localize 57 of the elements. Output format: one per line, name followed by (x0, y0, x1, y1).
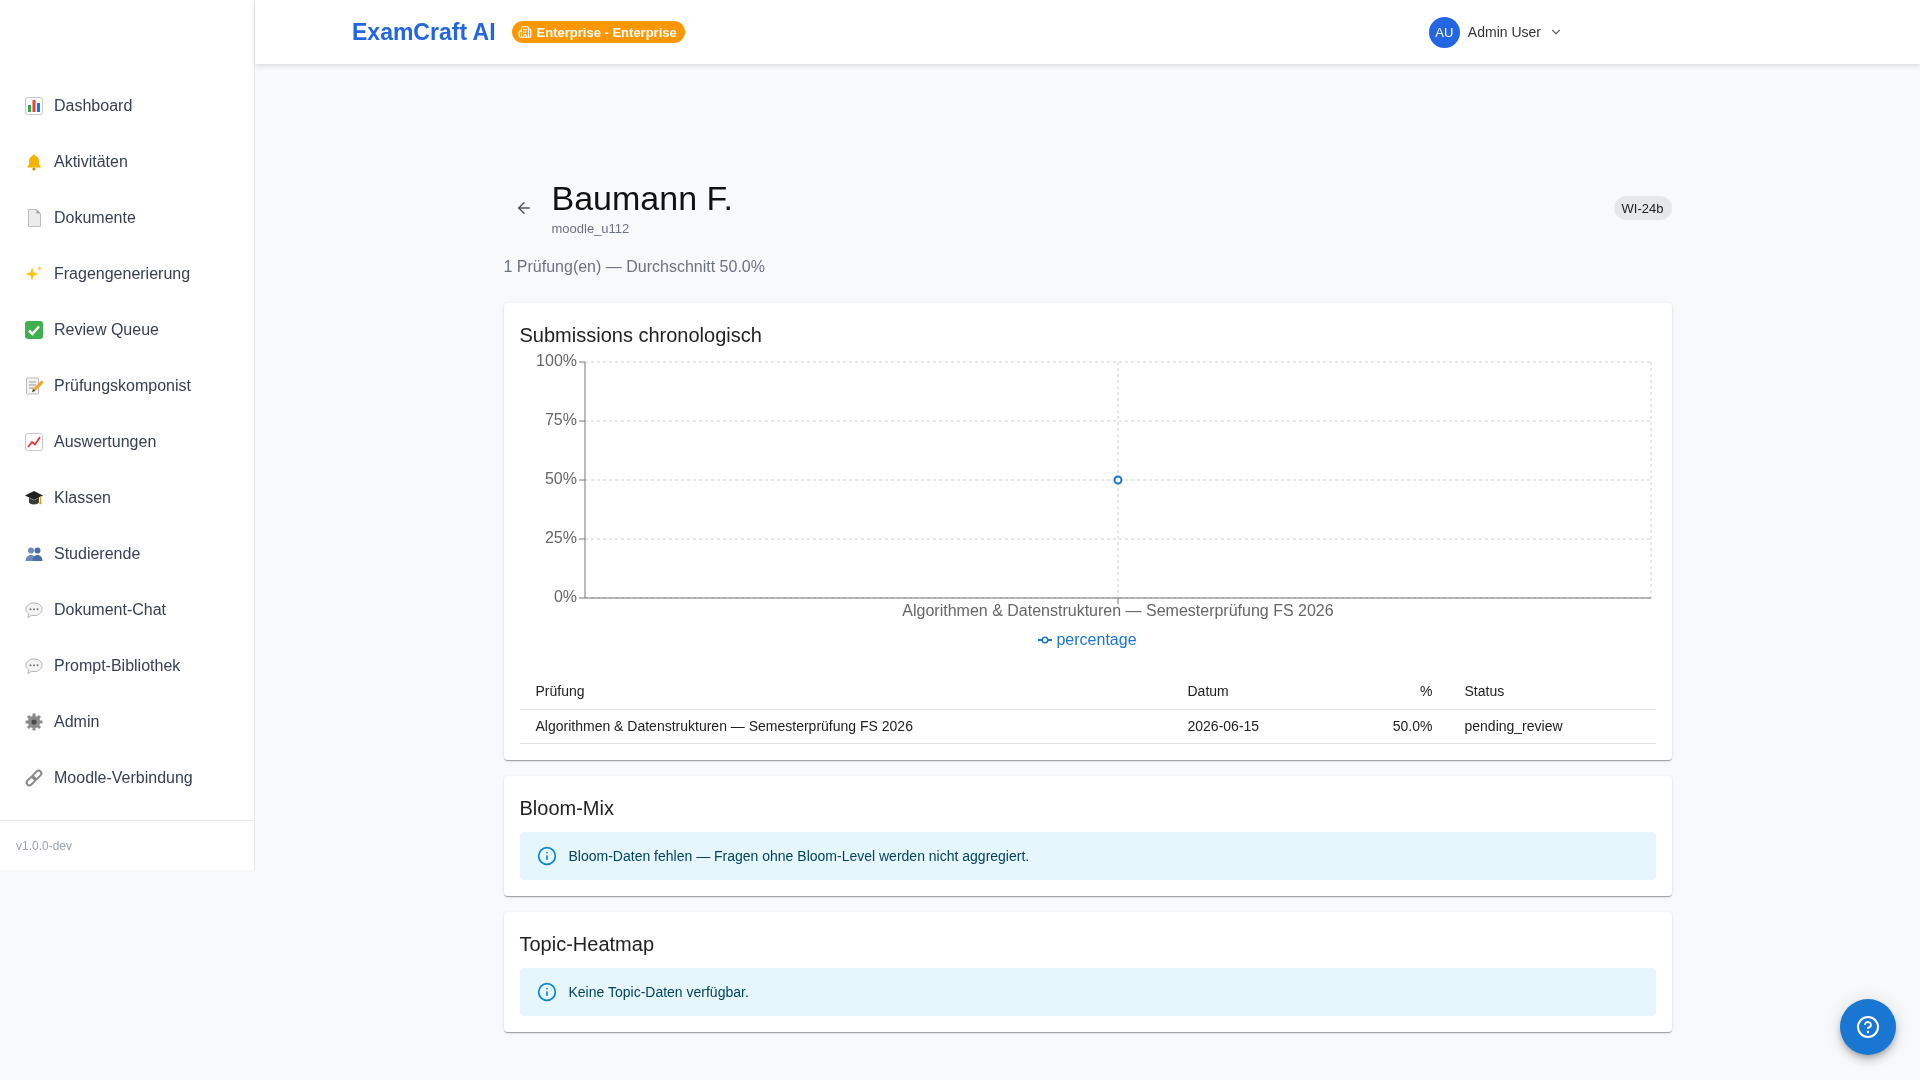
x-axis-tick-label: Algorithmen & Datenstrukturen — Semesterprüfung FS 2026 (901, 602, 1334, 620)
nav-item[interactable]: Klassen (0, 470, 254, 526)
nav-item[interactable]: Aktivitäten (0, 134, 254, 190)
line-chart-icon (24, 432, 44, 452)
question-mark-circle-icon (1856, 1015, 1880, 1039)
table-cell: 50.0% (1319, 709, 1449, 743)
nav-item[interactable]: Auswertungen (0, 414, 254, 470)
table-header-cell: Status (1448, 673, 1656, 709)
gear-icon (24, 712, 44, 732)
bar-chart-icon (24, 96, 44, 116)
info-icon (536, 981, 557, 1002)
nav-item[interactable]: Moodle-Verbindung (0, 750, 254, 806)
alert-message: Bloom-Daten fehlen — Fragen ohne Bloom-Level werden nicht aggregiert. (568, 847, 1030, 864)
username-text: moodle_u112 (551, 220, 631, 238)
memo-pencil-icon (24, 376, 44, 396)
user-menu-button[interactable]: AU Admin User (1428, 16, 1563, 48)
table-cell: 2026-06-15 (1171, 709, 1320, 743)
y-axis-tick-label: 25% (544, 529, 577, 547)
legend-label: percentage (1056, 631, 1137, 649)
student-name: Baumann F. (551, 178, 733, 219)
table-header-cell: % (1319, 673, 1449, 709)
info-icon (536, 845, 557, 866)
speech-bubble-icon (24, 656, 44, 676)
y-axis-tick-label: 0% (553, 588, 577, 606)
summary-text: 1 Prüfung(en) — Durchschnitt 50.0% (503, 257, 766, 277)
nav-item[interactable]: Prompt-Bibliothek (0, 638, 254, 694)
speech-bubble-icon (24, 600, 44, 620)
table-header-cell: Prüfung (519, 673, 1172, 709)
nav-item[interactable]: Dashboard (0, 78, 254, 134)
user-avatar: AU (1428, 16, 1460, 48)
nav-item[interactable]: Dokumente (0, 190, 254, 246)
y-axis-tick-label: 50% (544, 470, 577, 488)
version-text: v1.0.0-dev (16, 838, 73, 853)
y-axis-tick-label: 100% (535, 352, 577, 370)
card-title: Topic-Heatmap (519, 931, 655, 957)
nav-item[interactable]: Fragengenerierung (0, 246, 254, 302)
alert-message: Keine Topic-Daten verfügbar. (568, 983, 749, 1000)
bell-icon (24, 152, 44, 172)
plan-label: Enterprise - Enterprise (536, 24, 677, 40)
app-logo-text: ExamCraft AI (352, 18, 496, 46)
table-cell: pending_review (1448, 709, 1656, 743)
card-title: Bloom-Mix (519, 795, 615, 821)
table-header-cell: Datum (1171, 673, 1320, 709)
nav-item[interactable]: Review Queue (0, 302, 254, 358)
checkmark-icon (24, 320, 44, 340)
card-title: Submissions chronologisch (519, 323, 763, 348)
class-chip: WI-24b (1613, 196, 1672, 220)
nav-item[interactable]: Admin (0, 694, 254, 750)
nav-item[interactable]: Dokument-Chat (0, 582, 254, 638)
building-icon (517, 25, 532, 39)
y-axis-tick-label: 75% (544, 411, 577, 429)
help-button[interactable] (1840, 999, 1896, 1055)
table-cell: Algorithmen & Datenstrukturen — Semesterprüfung FS 2026 (519, 709, 1172, 743)
nav-item[interactable]: Prüfungskomponist (0, 358, 254, 414)
legend-line-marker-icon (1038, 636, 1053, 644)
nav-item[interactable]: Studierende (0, 526, 254, 582)
link-icon (24, 768, 44, 788)
